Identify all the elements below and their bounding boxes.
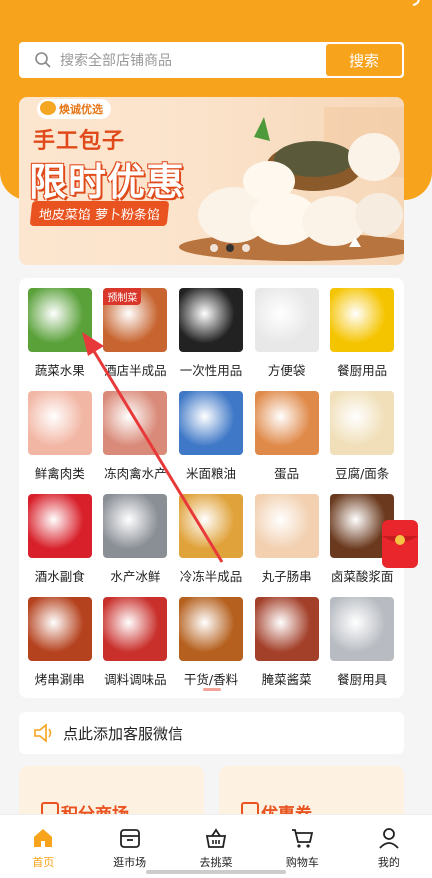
search-bar[interactable]: 搜索全部店铺商品 搜索 [19, 42, 404, 78]
banner-tag: 地皮菜馅 萝卜粉条馅 [29, 201, 170, 226]
category-page-indicator [203, 688, 221, 691]
skewers-icon [27, 597, 92, 661]
category-item[interactable]: 预制菜 酒店半成品 [99, 288, 173, 379]
tab-cart[interactable]: 购物车 [259, 815, 345, 878]
category-item[interactable]: 丸子肠串 [250, 494, 324, 585]
banner-title: 限时优惠 [29, 160, 186, 204]
category-item[interactable]: 干货/香料 [174, 597, 248, 688]
category-item[interactable]: 水产冰鲜 [99, 494, 173, 585]
headset-icon[interactable] [400, 0, 426, 14]
promo-banner[interactable]: 焕诚优选 手工包子 限时优惠 地皮菜馅 萝卜粉条馅 [19, 97, 404, 265]
category-label: 蛋品 [274, 466, 300, 481]
brand-logo-icon [40, 101, 56, 115]
category-label: 丸子肠串 [261, 569, 312, 584]
category-label: 干货/香料 [183, 672, 239, 687]
speaker-icon [34, 723, 52, 743]
category-label: 烤串涮串 [34, 672, 85, 687]
category-label: 米面粮油 [185, 466, 236, 481]
customer-service-notice[interactable]: 点此添加客服微信 [19, 712, 404, 754]
banner-dot-active[interactable] [226, 244, 234, 252]
eggs-icon [254, 391, 319, 455]
tab-market[interactable]: 逛市场 [86, 815, 172, 878]
brand-logo: 焕诚优选 [37, 99, 111, 119]
category-grid-card: 蔬菜水果 预制菜 酒店半成品 一次性用品 方便袋 餐厨用品 鲜禽肉类 冻肉禽水产 米面粮油 蛋品豆… [19, 278, 404, 698]
tab-profile[interactable]: 我的 [346, 815, 432, 878]
prepared-dishes-icon: 预制菜 [103, 288, 168, 352]
pickles-icon [254, 597, 319, 661]
category-item[interactable]: 冻肉禽水产 [99, 391, 173, 482]
tab-label: 我的 [377, 856, 400, 869]
category-label: 鲜禽肉类 [34, 466, 85, 481]
steamed-buns-image [179, 107, 404, 261]
category-label: 冻肉禽水产 [104, 466, 167, 481]
category-item[interactable]: 方便袋 [250, 288, 324, 379]
poultry-icon [27, 391, 92, 455]
category-label: 调料调味品 [104, 672, 167, 687]
category-item[interactable]: 蛋品 [250, 391, 324, 482]
category-item[interactable]: 豆腐/面条 [325, 391, 399, 482]
tab-label: 去挑菜 [199, 856, 233, 869]
tab-pick-vegetables[interactable]: 去挑菜 [173, 815, 259, 878]
home-icon [34, 829, 53, 847]
category-item[interactable]: 餐厨用品 [325, 288, 399, 379]
tofu-noodle-icon [330, 391, 395, 455]
red-packet-icon[interactable] [380, 518, 420, 570]
category-item[interactable]: 鲜禽肉类 [23, 391, 97, 482]
category-item[interactable]: 调料调味品 [99, 597, 173, 688]
category-label: 豆腐/面条 [335, 466, 390, 481]
cookware-icon [330, 597, 395, 661]
user-icon [379, 828, 399, 849]
search-icon [35, 52, 51, 68]
tab-label: 购物车 [285, 856, 319, 869]
category-item[interactable]: 蔬菜水果 [23, 288, 97, 379]
category-label: 水产冰鲜 [110, 569, 161, 584]
banner-pagination[interactable] [210, 244, 250, 252]
category-item[interactable]: 米面粮油 [174, 391, 248, 482]
category-label: 酒水副食 [34, 569, 85, 584]
banner-dot[interactable] [242, 244, 250, 252]
home-indicator [146, 870, 286, 874]
tab-label: 首页 [32, 856, 55, 869]
tab-home[interactable]: 首页 [0, 815, 86, 878]
category-item[interactable]: 腌菜酱菜 [250, 597, 324, 688]
brand-name: 焕诚优选 [59, 103, 103, 116]
frozen-meat-icon [103, 391, 168, 455]
bottom-tab-bar: 首页 逛市场 去挑菜 购物车 我的 [0, 814, 432, 878]
category-item[interactable]: 餐厨用具 [325, 597, 399, 688]
category-label: 餐厨用品 [337, 363, 388, 378]
notice-text: 点此添加客服微信 [63, 724, 184, 743]
banner-dot[interactable] [210, 244, 218, 252]
category-label: 餐厨用具 [337, 672, 388, 687]
rice-oil-icon [178, 391, 243, 455]
category-label: 酒店半成品 [104, 363, 167, 378]
category-label: 腌菜酱菜 [261, 672, 312, 687]
fish-icon [103, 494, 168, 558]
drinks-icon [27, 494, 92, 558]
fried-food-icon [178, 494, 243, 558]
category-label: 一次性用品 [179, 363, 243, 378]
shop-icon [119, 829, 140, 848]
seasoning-icon [103, 597, 168, 661]
category-label: 冷冻半成品 [179, 569, 243, 584]
search-button[interactable]: 搜索 [326, 44, 402, 76]
detergent-icon [330, 288, 395, 352]
category-item[interactable]: 烤串涮串 [23, 597, 97, 688]
cart-icon [292, 829, 314, 848]
plastic-bag-icon [254, 288, 319, 352]
category-badge: 预制菜 [103, 288, 142, 305]
vegetables-icon [27, 288, 92, 352]
category-grid: 蔬菜水果 预制菜 酒店半成品 一次性用品 方便袋 餐厨用品 鲜禽肉类 冻肉禽水产 米面粮油 蛋品豆… [23, 288, 400, 688]
category-item[interactable]: 冷冻半成品 [174, 494, 248, 585]
disposable-box-icon [178, 288, 243, 352]
search-input[interactable]: 搜索全部店铺商品 [60, 50, 326, 70]
tab-label: 逛市场 [113, 856, 147, 869]
spices-icon [178, 597, 243, 661]
basket-icon [205, 828, 227, 848]
category-item[interactable]: 酒水副食 [23, 494, 97, 585]
meatballs-icon [254, 494, 319, 558]
category-label: 蔬菜水果 [34, 363, 85, 378]
category-item[interactable]: 一次性用品 [174, 288, 248, 379]
category-label: 方便袋 [267, 363, 306, 378]
